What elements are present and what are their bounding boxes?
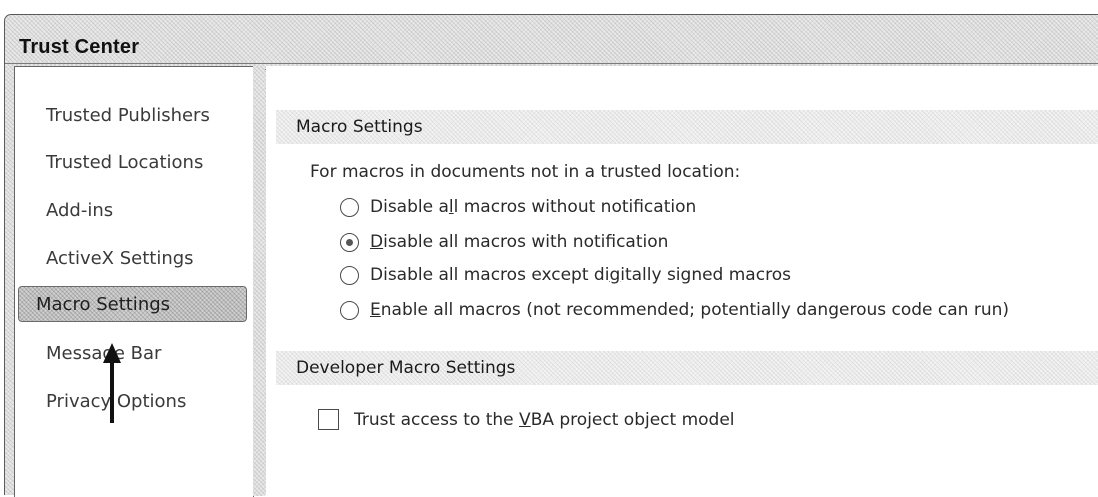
option-label: Enable all macros (not recommended; pote… xyxy=(370,300,1010,320)
sidebar-item-privacy-options[interactable]: Privacy Options xyxy=(18,384,247,420)
radio-disable-all-without-notification[interactable]: Disable all macros without notification xyxy=(340,193,696,221)
sidebar-item-label: Add-ins xyxy=(46,200,114,221)
macro-settings-intro: For macros in documents not in a trusted… xyxy=(310,162,741,182)
trust-vba-checkbox[interactable] xyxy=(318,409,339,430)
sidebar-item-add-ins[interactable]: Add-ins xyxy=(18,193,247,229)
macro-settings-header: Macro Settings xyxy=(276,110,1098,144)
radio-disable-except-signed[interactable]: Disable all macros except digitally sign… xyxy=(340,261,791,289)
sidebar-item-label: Trusted Locations xyxy=(46,152,204,173)
developer-macro-settings-header: Developer Macro Settings xyxy=(276,351,1098,385)
radio-button-selected[interactable] xyxy=(340,232,359,252)
checkbox-label: Trust access to the VBA project object m… xyxy=(354,409,735,430)
sidebar-item-trusted-publishers[interactable]: Trusted Publishers xyxy=(18,98,247,134)
title-bar: Trust Center xyxy=(5,15,1098,64)
option-label: Disable all macros with notification xyxy=(370,232,669,252)
radio-button[interactable] xyxy=(340,265,359,285)
up-arrow-icon xyxy=(103,343,121,423)
radio-disable-all-with-notification[interactable]: Disable all macros with notification xyxy=(340,228,668,256)
sidebar-item-activex-settings[interactable]: ActiveX Settings xyxy=(18,241,247,277)
content-panel: Macro Settings For macros in documents n… xyxy=(266,66,1098,496)
sidebar-nav: Trusted Publishers Trusted Locations Add… xyxy=(14,66,254,497)
sidebar-item-label: Macro Settings xyxy=(36,294,171,315)
option-label: Disable all macros without notification xyxy=(370,197,697,217)
sidebar-item-macro-settings[interactable]: Macro Settings xyxy=(18,286,247,322)
option-label: Disable all macros except digitally sign… xyxy=(370,265,791,285)
window-title: Trust Center xyxy=(19,36,140,58)
sidebar-item-label: ActiveX Settings xyxy=(46,248,194,269)
trust-vba-access-option[interactable]: Trust access to the VBA project object m… xyxy=(318,409,735,430)
panel-separator xyxy=(253,66,265,496)
radio-button[interactable] xyxy=(340,300,359,320)
sidebar-item-label: Trusted Publishers xyxy=(46,105,210,126)
radio-button[interactable] xyxy=(340,197,359,217)
sidebar-item-trusted-locations[interactable]: Trusted Locations xyxy=(18,145,247,181)
sidebar-item-message-bar[interactable]: Message Bar xyxy=(18,336,247,372)
radio-enable-all-macros[interactable]: Enable all macros (not recommended; pote… xyxy=(340,296,1009,324)
